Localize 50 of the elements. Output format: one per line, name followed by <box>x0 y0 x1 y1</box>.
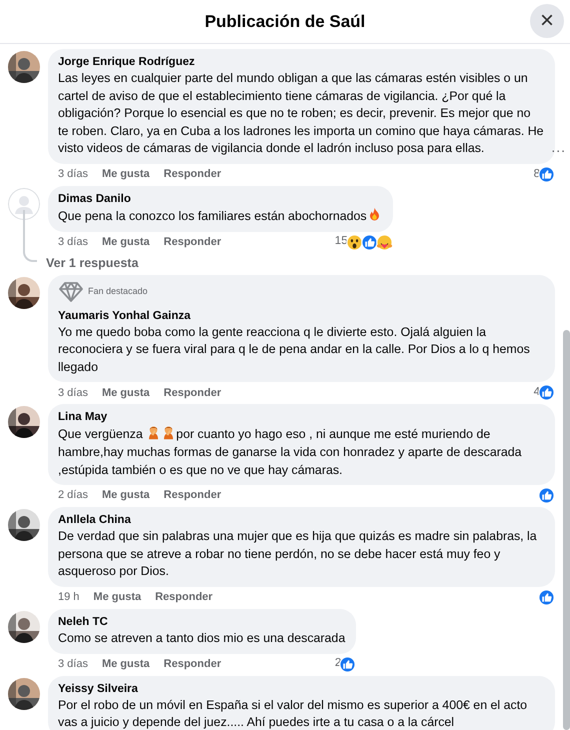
like-link[interactable]: Me gusta <box>102 234 150 250</box>
comment-text: Yo me quedo boba como la gente reacciona q le divierte esto. Ojalá alguien la reconociera y se fuera viral para q le de pena andar en la calle. Por Dios a lo q hemos llegado <box>58 324 531 376</box>
diamond-icon <box>58 280 84 303</box>
reply-link[interactable]: Responder <box>164 234 222 250</box>
timestamp-link[interactable]: 3 días <box>58 166 88 183</box>
window-title: Publicación de Saúl <box>204 12 366 31</box>
like-link[interactable]: Me gusta <box>93 589 142 606</box>
like-link[interactable]: Me gusta <box>102 656 150 672</box>
timestamp-link[interactable]: 3 días <box>58 234 88 250</box>
like-icon <box>360 234 378 251</box>
commenter-name[interactable]: Neleh TC <box>58 614 346 630</box>
badge-text: Fan destacado <box>88 284 148 298</box>
more-options-icon[interactable]: ... <box>551 137 566 158</box>
thread-line <box>23 210 37 262</box>
close-button[interactable]: × <box>530 4 564 38</box>
reply-link[interactable]: Responder <box>155 589 213 606</box>
commenter-name[interactable]: Jorge Enrique Rodríguez <box>58 55 544 70</box>
like-icon <box>339 656 356 672</box>
commenter-name[interactable]: Anllela China <box>58 513 544 528</box>
like-link[interactable]: Me gusta <box>102 487 150 504</box>
like-icon <box>538 384 555 402</box>
commenter-name[interactable]: Yaumaris Yonhal Gainza <box>58 308 544 324</box>
scrollbar[interactable] <box>563 330 570 730</box>
like-icon <box>538 588 555 606</box>
timestamp-link[interactable]: 3 días <box>58 656 88 672</box>
reaction-count[interactable]: 15 <box>334 233 348 251</box>
wow-face-icon <box>346 234 363 251</box>
like-icon <box>538 166 555 183</box>
comment-text: Las leyes en cualquier parte del mundo obligan a que las cámaras estén visibles o un cartel de aviso de que el establecimiento tiene cámaras de vigilancia. ¿Por qué la obligación? Porque lo esencial es que no te roben; es decir, prevenir. Es mejor que no te roben. Claro, ya en Cuba a los ladrones les importa un comino que haya cámaras. He visto videos de cámaras de vigilancia donde el ladrón incluso posa para ellas. <box>58 70 544 158</box>
like-link[interactable]: Me gusta <box>102 384 150 402</box>
like-link[interactable]: Me gusta <box>102 166 150 183</box>
reply-link[interactable]: Responder <box>164 487 222 504</box>
timestamp-link[interactable]: 3 días <box>58 384 88 402</box>
comment-text: Como se atreven a tanto dios mio es una descarada <box>58 630 346 647</box>
comment-text: Por el robo de un móvil en España si el valor del mismo es superior a 400€ en el acto vas a juicio y depende del juez..... Ahí puedes irte a tu casa o a la cárcel <box>58 696 528 730</box>
commenter-name[interactable]: Lina May <box>58 410 544 426</box>
comment-text: Que vergüenza por cuanto yo hago eso , ni aunque me esté muriendo de hambre,hay muchas formas de ganarse la vida con honradez y aparte de descarada ,estúpida también o es que no ve que hay cámaras. <box>58 425 523 479</box>
reply-link[interactable]: Responder <box>164 384 222 402</box>
timestamp-link[interactable]: 2 días <box>58 487 88 504</box>
timestamp-link[interactable]: 19 h <box>58 589 80 606</box>
reaction-count[interactable]: 4 <box>534 384 540 402</box>
comment-text: De verdad que sin palabras una mujer que es hija que quizás es madre sin palabras, la persona que se atreve a robar no tiene perdón, no se debe hacer está muy feo y asqueroso por Dios. <box>58 528 538 580</box>
reply-link[interactable]: Responder <box>164 166 222 183</box>
commenter-name[interactable]: Yeissy Silveira <box>58 682 544 696</box>
view-replies-link[interactable]: Ver 1 respuesta <box>46 256 138 270</box>
hugging-face-icon <box>376 234 393 251</box>
comment-text: Que pena la conozco los familiares están abochornados <box>58 206 382 226</box>
commenter-name[interactable]: Dimas Danilo <box>58 192 382 207</box>
reply-link[interactable]: Responder <box>164 656 222 672</box>
like-icon <box>538 487 555 504</box>
